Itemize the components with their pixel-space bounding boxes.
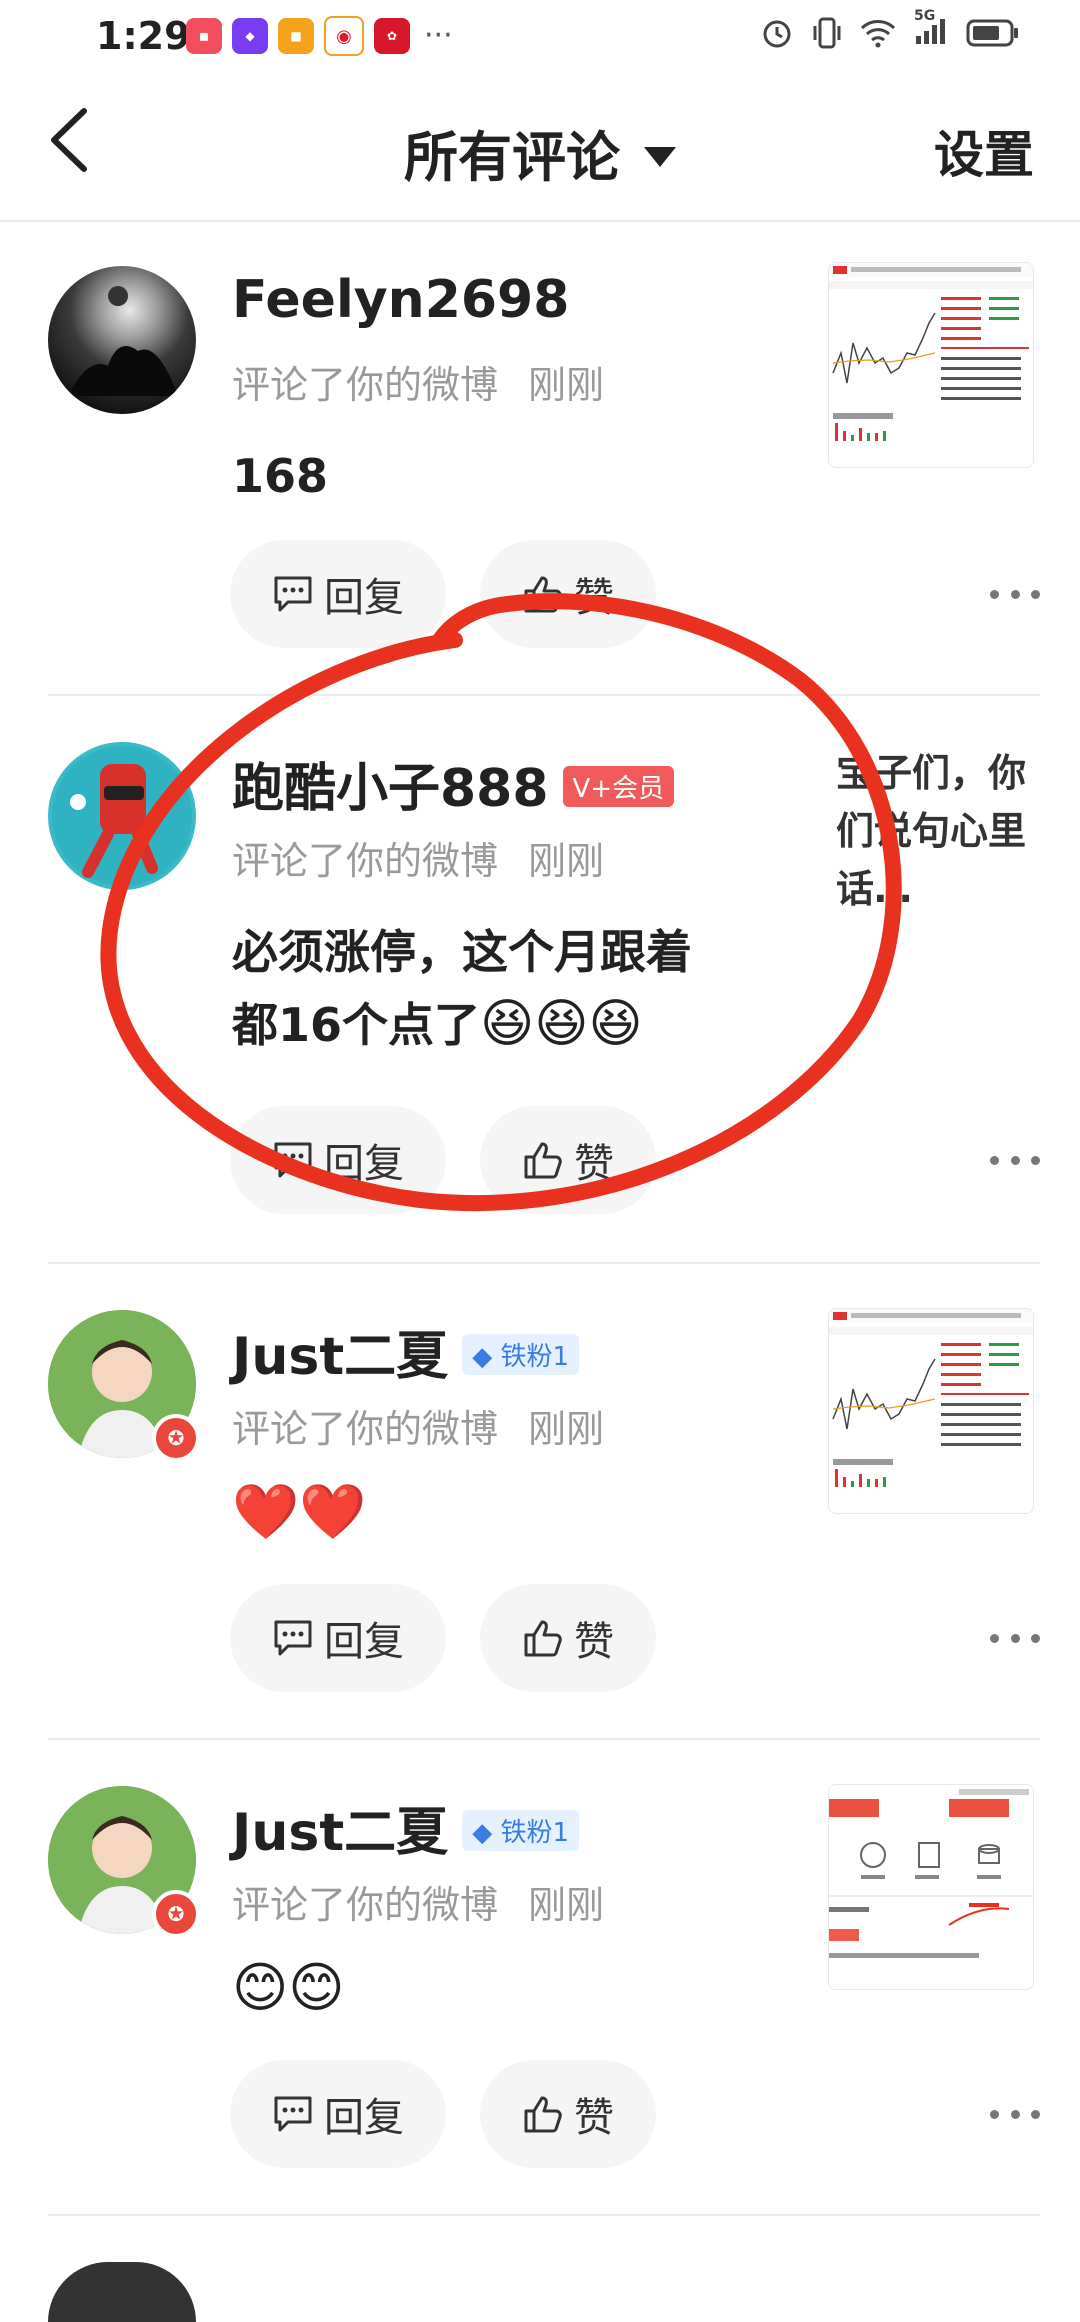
like-button[interactable]: 赞 <box>480 1106 656 1214</box>
comment-text-line1: 必须涨停，这个月跟着 <box>232 925 692 979</box>
username[interactable]: Just二夏 <box>232 1803 448 1863</box>
wifi-icon <box>860 20 896 48</box>
action-text: 评论了你的微博 <box>232 839 499 883</box>
notification-icons: ◼ ◆ ■ ◉ ✿ ··· <box>186 16 453 56</box>
divider <box>48 694 1040 696</box>
weibo-icon: ◉ <box>324 16 364 56</box>
page-title: 所有评论 <box>404 126 620 189</box>
comment-filter-dropdown[interactable]: 所有评论 <box>0 113 1080 192</box>
like-button[interactable]: 赞 <box>480 540 656 648</box>
timestamp: 刚刚 <box>528 1883 605 1927</box>
fan-level-badge[interactable]: ◆ 铁粉1 <box>462 1809 579 1851</box>
thumbs-up-icon <box>524 1142 562 1179</box>
thumbs-up-icon <box>524 1620 562 1657</box>
username[interactable]: Just二夏 <box>232 1327 448 1387</box>
comment-icon <box>274 1620 312 1656</box>
app-icon: ◆ <box>232 18 268 54</box>
comment-meta: 评论了你的微博 刚刚 <box>232 1874 604 1929</box>
gift-icon: ✿ <box>374 18 410 54</box>
like-label: 赞 <box>574 575 614 621</box>
weibo-thumbnail[interactable] <box>828 1784 1034 1990</box>
network-label: 5G <box>914 8 936 24</box>
weibo-thumbnail[interactable] <box>828 1308 1034 1514</box>
status-time: 1:29 <box>96 14 191 58</box>
comment-meta: 评论了你的微博 刚刚 <box>232 830 604 885</box>
avatar[interactable] <box>48 2262 196 2322</box>
timestamp: 刚刚 <box>528 1407 605 1451</box>
reply-label: 回复 <box>324 1619 404 1665</box>
comment-text-line2: 都16个点了 <box>232 998 481 1052</box>
comment-meta: 评论了你的微博 刚刚 <box>232 354 604 409</box>
diamond-icon: ◆ <box>472 1817 493 1848</box>
heart-emoji: ❤️❤️ <box>232 1480 367 1543</box>
caret-down-icon <box>644 147 676 168</box>
status-right: 5G <box>760 8 1020 50</box>
avatar[interactable]: ✪ <box>48 1310 200 1462</box>
reply-button[interactable]: 回复 <box>230 540 446 648</box>
like-label: 赞 <box>574 1619 614 1665</box>
reply-label: 回复 <box>324 575 404 621</box>
like-label: 赞 <box>574 2095 614 2141</box>
shopping-app-icon: ◼ <box>186 18 222 54</box>
username-row: Just二夏 ◆ 铁粉1 <box>232 1790 579 1865</box>
weibo-thumbnail[interactable] <box>828 262 1034 468</box>
like-button[interactable]: 赞 <box>480 2060 656 2168</box>
divider <box>48 2214 1040 2216</box>
username-row: 跑酷小子888 V+会员 <box>232 746 675 821</box>
alarm-icon <box>763 20 791 48</box>
username[interactable]: Feelyn2698 <box>232 270 569 330</box>
reply-label: 回复 <box>324 2095 404 2141</box>
divider <box>48 1738 1040 1740</box>
action-text: 评论了你的微博 <box>232 1407 499 1451</box>
fan-star-badge-icon: ✪ <box>152 1890 200 1938</box>
red-packet-icon: ■ <box>278 18 314 54</box>
reply-button[interactable]: 回复 <box>230 1584 446 1692</box>
comment-text-line2-row: 都16个点了😆😆😆 <box>232 988 692 1061</box>
reply-button[interactable]: 回复 <box>230 2060 446 2168</box>
top-nav-bar: 所有评论 设置 <box>0 75 1080 222</box>
comment-text: 必须涨停，这个月跟着 都16个点了😆😆😆 <box>232 916 692 1061</box>
smile-emoji: 😊😊 <box>232 1956 345 2019</box>
like-label: 赞 <box>574 1141 614 1187</box>
trading-app-thumbnail <box>829 1785 1033 1989</box>
comment-meta: 评论了你的微博 刚刚 <box>232 1398 604 1453</box>
more-options-button[interactable] <box>990 584 1040 604</box>
username-row: Just二夏 ◆ 铁粉1 <box>232 1314 579 1389</box>
fan-star-badge-icon: ✪ <box>152 1414 200 1462</box>
timestamp: 刚刚 <box>528 363 605 407</box>
reply-label: 回复 <box>324 1141 404 1187</box>
weibo-preview-text[interactable]: 宝子们，你们说句心里话… <box>836 744 1036 918</box>
comment-icon <box>274 576 312 612</box>
avatar[interactable] <box>48 742 196 890</box>
vip-member-badge[interactable]: V+会员 <box>562 765 675 807</box>
more-options-button[interactable] <box>990 1150 1040 1170</box>
diamond-icon: ◆ <box>472 1341 493 1372</box>
stock-chart-thumbnail <box>829 263 1033 441</box>
avatar[interactable] <box>48 266 196 414</box>
action-text: 评论了你的微博 <box>232 363 499 407</box>
fan-level-badge[interactable]: ◆ 铁粉1 <box>462 1333 579 1375</box>
timestamp: 刚刚 <box>528 839 605 883</box>
comment-icon <box>274 1142 312 1178</box>
username[interactable]: 跑酷小子888 <box>232 759 549 819</box>
thumbs-up-icon <box>524 2096 562 2133</box>
more-options-button[interactable] <box>990 2104 1040 2124</box>
more-options-button[interactable] <box>990 1628 1040 1648</box>
more-notifications-icon: ··· <box>424 18 453 53</box>
divider <box>48 1262 1040 1264</box>
like-button[interactable]: 赞 <box>480 1584 656 1692</box>
cellular-signal-icon: 5G <box>914 8 948 50</box>
battery-icon <box>966 19 1018 47</box>
reply-button[interactable]: 回复 <box>230 1106 446 1214</box>
vibrate-icon <box>813 17 841 49</box>
thumbs-up-icon <box>524 576 562 613</box>
settings-button[interactable]: 设置 <box>934 115 1034 187</box>
comment-text: 168 <box>232 449 329 503</box>
laughing-tears-emoji: 😆😆😆 <box>480 994 643 1054</box>
action-text: 评论了你的微博 <box>232 1883 499 1927</box>
avatar[interactable]: ✪ <box>48 1786 200 1938</box>
stock-chart-thumbnail <box>829 1309 1033 1487</box>
comment-icon <box>274 2096 312 2132</box>
status-bar: 1:29 ◼ ◆ ■ ◉ ✿ ··· 5G <box>0 0 1080 75</box>
